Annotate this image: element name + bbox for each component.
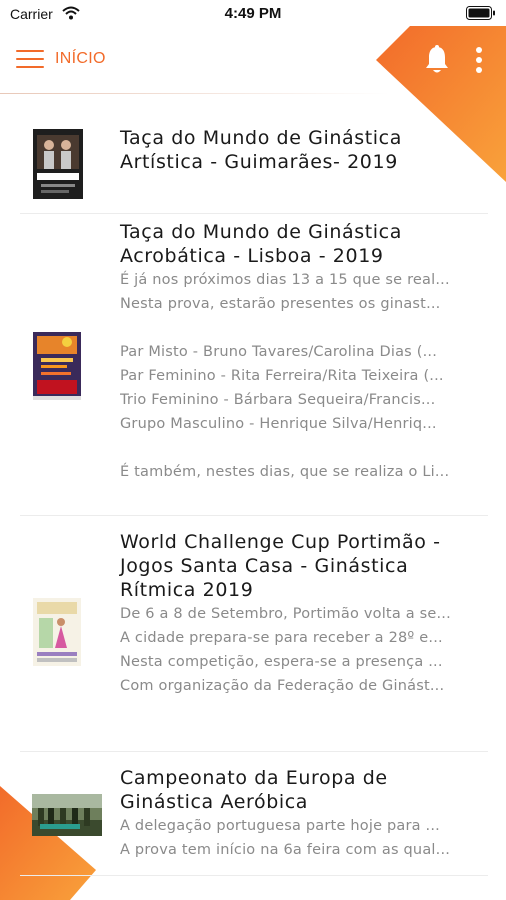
news-excerpt-line: A delegação portuguesa parte hoje para .…	[120, 818, 440, 834]
news-excerpt: A delegação portuguesa parte hoje para .…	[120, 814, 488, 862]
status-time: 4:49 PM	[224, 5, 282, 22]
news-excerpt-line: De 6 a 8 de Setembro, Portimão volta a s…	[120, 606, 451, 622]
news-excerpt-line: A cidade prepara-se para receber a 28º e…	[120, 630, 443, 646]
news-excerpt-line	[120, 316, 488, 340]
news-excerpt-line: Nesta prova, estarão presentes os ginast…	[120, 296, 441, 312]
news-title: Taça do Mundo de Ginástica Acrobática - …	[120, 221, 402, 267]
bell-icon[interactable]	[424, 44, 450, 76]
news-list: Taça do Mundo de Ginástica Artística - G…	[20, 112, 488, 876]
news-title: World Challenge Cup Portimão - Jogos San…	[120, 531, 441, 601]
more-vertical-icon[interactable]	[474, 46, 484, 76]
news-excerpt-line: É já nos próximos dias 13 a 15 que se re…	[120, 272, 450, 288]
header-divider	[0, 93, 390, 94]
news-item[interactable]: Taça do Mundo de Ginástica Acrobática - …	[20, 214, 488, 516]
news-thumbnail	[33, 332, 81, 400]
news-excerpt-line: Par Feminino - Rita Ferreira/Rita Teixei…	[120, 368, 444, 384]
news-excerpt-line: A prova tem início na 6a feira com as qu…	[120, 842, 451, 858]
news-item[interactable]: Campeonato da Europa de Ginástica Aeróbi…	[20, 752, 488, 876]
news-excerpt-line: Grupo Masculino - Henrique Silva/Henriq.…	[120, 416, 437, 432]
news-title: Taça do Mundo de Ginástica Artística - G…	[120, 127, 402, 173]
news-excerpt: De 6 a 8 de Setembro, Portimão volta a s…	[120, 602, 488, 698]
news-title: Campeonato da Europa de Ginástica Aeróbi…	[120, 767, 388, 813]
news-excerpt-line: Nesta competição, espera-se a presença .…	[120, 654, 443, 670]
menu-button[interactable]	[16, 50, 46, 70]
news-excerpt-line: Par Misto - Bruno Tavares/Carolina Dias …	[120, 344, 438, 360]
news-thumbnail	[32, 794, 102, 836]
news-item[interactable]: World Challenge Cup Portimão - Jogos San…	[20, 516, 488, 752]
page-title: INÍCIO	[55, 50, 106, 67]
news-excerpt-line: Com organização da Federação de Ginást..…	[120, 678, 445, 694]
news-item[interactable]: Taça do Mundo de Ginástica Artística - G…	[20, 112, 488, 214]
news-thumbnail	[33, 598, 81, 666]
news-excerpt-line	[120, 436, 488, 460]
news-excerpt-line: É também, nestes dias, que se realiza o …	[120, 464, 450, 480]
news-excerpt: É já nos próximos dias 13 a 15 que se re…	[120, 268, 488, 484]
news-excerpt-line: Trio Feminino - Bárbara Sequeira/Francis…	[120, 392, 436, 408]
status-bar: Carrier 4:49 PM	[0, 0, 506, 28]
news-thumbnail	[33, 129, 83, 199]
hamburger-icon	[16, 50, 44, 52]
battery-icon	[466, 6, 495, 20]
